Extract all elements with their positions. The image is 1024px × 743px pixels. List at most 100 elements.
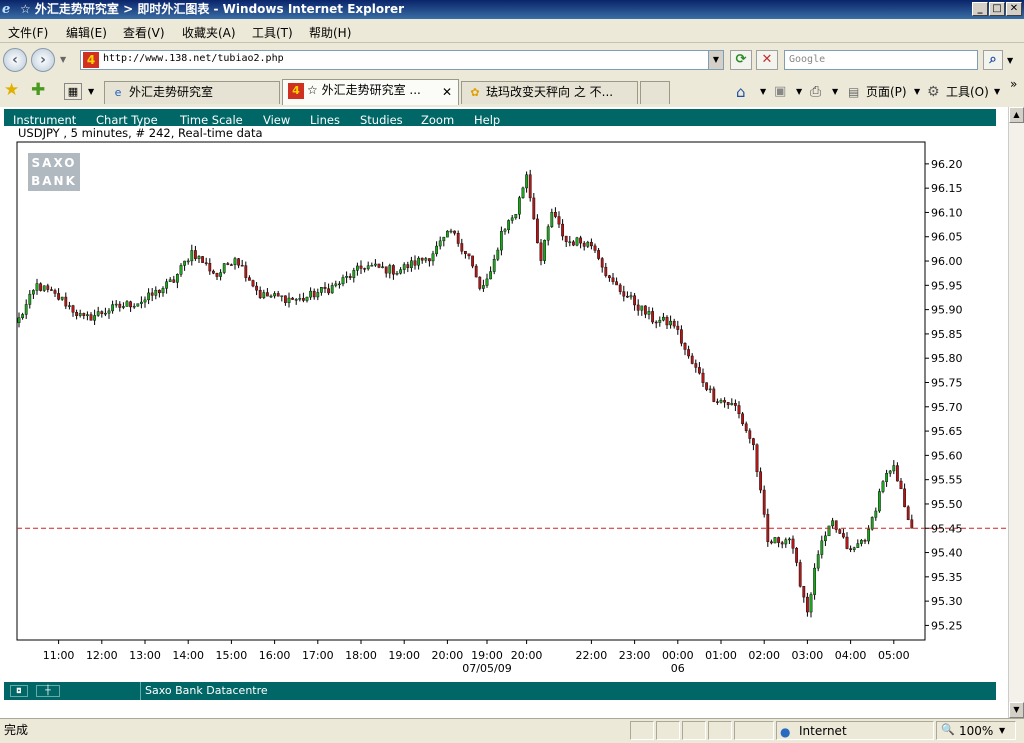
- add-favorite-icon[interactable]: ✚: [31, 80, 45, 100]
- address-dropdown-icon[interactable]: ▼: [708, 51, 723, 69]
- forward-button[interactable]: ›: [31, 48, 55, 72]
- menu-favorites[interactable]: 收藏夹(A): [182, 24, 236, 41]
- minimize-button[interactable]: _: [972, 2, 988, 16]
- menu-studies[interactable]: Studies: [360, 112, 403, 129]
- x-tick-label: 16:00: [259, 649, 291, 662]
- menu-help[interactable]: 帮助(H): [309, 24, 351, 41]
- candle-down: [467, 253, 471, 257]
- close-button[interactable]: ✕: [1006, 2, 1022, 16]
- candle-down: [762, 489, 766, 515]
- x-tick-label: 19:00: [388, 649, 420, 662]
- candle-down: [64, 296, 68, 307]
- candle-down: [204, 262, 208, 264]
- page-menu[interactable]: 页面(P): [866, 81, 907, 103]
- candle-down: [129, 301, 132, 308]
- maximize-button[interactable]: □: [989, 2, 1005, 16]
- crosshair-icon[interactable]: ┼: [36, 685, 60, 697]
- candle-down: [741, 413, 745, 425]
- home-dropdown-icon[interactable]: ▼: [760, 81, 766, 103]
- zoom-control[interactable]: 🔍 100% ▼: [936, 721, 1016, 740]
- print-icon[interactable]: ⎙: [810, 81, 821, 103]
- close-tab-icon[interactable]: ✕: [442, 82, 452, 103]
- feeds-icon[interactable]: ▣: [774, 81, 786, 103]
- candle-down: [284, 295, 287, 303]
- menu-file[interactable]: 文件(F): [8, 24, 48, 41]
- candle-up: [78, 313, 82, 316]
- candle-down: [795, 548, 799, 563]
- candle-up: [870, 517, 874, 530]
- new-tab-button[interactable]: [640, 81, 670, 104]
- candle-up: [165, 281, 168, 289]
- candle-up: [125, 301, 129, 307]
- candle-up: [370, 265, 374, 267]
- candle-down: [633, 295, 637, 306]
- search-input[interactable]: Google: [784, 50, 978, 70]
- zoom-dropdown-icon[interactable]: ▼: [999, 720, 1005, 742]
- candle-down: [680, 329, 683, 344]
- candle-down: [665, 316, 669, 326]
- candle-down: [478, 276, 482, 289]
- tab-2[interactable]: 4 ☆ 外汇走势研究室 ... ✕: [282, 79, 459, 105]
- vertical-scrollbar[interactable]: ▲ ▼: [1008, 107, 1024, 718]
- scroll-up-icon[interactable]: ▲: [1009, 107, 1024, 123]
- menu-lines[interactable]: Lines: [310, 112, 340, 129]
- menu-view-chart[interactable]: View: [263, 112, 290, 129]
- menu-help-chart[interactable]: Help: [474, 112, 500, 129]
- stop-icon[interactable]: ✕: [756, 50, 778, 70]
- candle-down: [644, 305, 647, 315]
- quick-tabs-icon[interactable]: ▦: [64, 83, 82, 100]
- candle-down: [208, 263, 212, 272]
- tools-dropdown-icon[interactable]: ▼: [994, 81, 1000, 103]
- back-button[interactable]: ‹: [3, 48, 27, 72]
- candle-up: [500, 231, 503, 251]
- logo-line-1: SAXO: [31, 156, 77, 170]
- candle-up: [543, 240, 547, 261]
- candle-down: [712, 388, 716, 402]
- chart-tool-icon[interactable]: ◘: [10, 685, 28, 697]
- candle-up: [60, 296, 64, 300]
- candle-up: [860, 540, 863, 544]
- candle-up: [489, 271, 492, 280]
- candle-down: [618, 284, 622, 292]
- site-favicon: 4: [83, 52, 99, 68]
- toolbar-overflow-icon[interactable]: »: [1010, 73, 1017, 95]
- candle-down: [363, 268, 366, 270]
- page-content: 96.20 96.15 96.10 96.05 96.00 95.95 95.90 95.85…: [0, 107, 1008, 718]
- zoom-icon: 🔍: [941, 723, 955, 736]
- menu-edit[interactable]: 编辑(E): [66, 24, 107, 41]
- candle-down: [428, 258, 431, 262]
- address-url[interactable]: http://www.138.net/tubiao2.php: [103, 53, 284, 64]
- candle-up: [784, 539, 788, 545]
- search-options-icon[interactable]: ▼: [1007, 56, 1013, 65]
- tools-menu[interactable]: 工具(O): [946, 81, 989, 103]
- price-chart[interactable]: 96.20 96.15 96.10 96.05 96.00 95.95 95.90 95.85…: [0, 107, 1008, 718]
- candle-down: [622, 291, 626, 297]
- candle-up: [546, 226, 550, 241]
- favorites-star-icon[interactable]: ★: [4, 80, 19, 100]
- tab-list-icon[interactable]: ▼: [88, 87, 94, 96]
- candle-up: [809, 594, 813, 613]
- search-icon[interactable]: ⌕: [983, 50, 1003, 70]
- home-icon[interactable]: ⌂: [736, 81, 746, 103]
- tab-3[interactable]: ✿ 珐玛改变天秤向 之 不...: [461, 81, 638, 104]
- candle-up: [435, 245, 438, 255]
- menu-view[interactable]: 查看(V): [123, 24, 165, 41]
- page-dropdown-icon[interactable]: ▼: [914, 81, 920, 103]
- menu-zoom[interactable]: Zoom: [421, 112, 454, 129]
- history-dropdown-icon[interactable]: ▼: [60, 55, 66, 64]
- candle-down: [266, 292, 269, 297]
- candle-up: [67, 305, 71, 307]
- feeds-dropdown-icon[interactable]: ▼: [796, 81, 802, 103]
- x-tick-label: 19:00: [471, 649, 503, 662]
- candle-down: [406, 264, 410, 268]
- address-field[interactable]: 4 http://www.138.net/tubiao2.php ▼: [80, 50, 724, 70]
- scroll-down-icon[interactable]: ▼: [1009, 702, 1024, 718]
- menu-tools[interactable]: 工具(T): [252, 24, 293, 41]
- print-dropdown-icon[interactable]: ▼: [832, 81, 838, 103]
- candle-down: [690, 355, 694, 364]
- candle-down: [157, 289, 161, 294]
- candle-up: [111, 304, 115, 312]
- refresh-icon[interactable]: ⟳: [730, 50, 752, 70]
- candle-up: [885, 473, 889, 482]
- tab-1[interactable]: e 外汇走势研究室: [104, 81, 280, 104]
